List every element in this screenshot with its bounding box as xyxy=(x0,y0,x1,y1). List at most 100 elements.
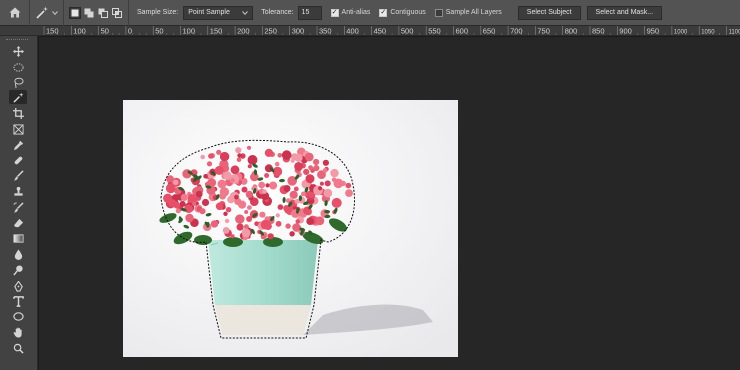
tolerance-input[interactable] xyxy=(297,5,322,20)
flower-blossom xyxy=(318,186,323,191)
history-brush-tool[interactable] xyxy=(9,200,27,214)
ruler-label: 750 xyxy=(537,27,550,36)
dodge-tool[interactable] xyxy=(9,263,27,277)
flower-blossom xyxy=(277,153,283,158)
marquee-tool[interactable] xyxy=(9,60,27,74)
flower-blossom xyxy=(224,218,230,224)
ruler-label: 400 xyxy=(346,27,359,36)
blur-tool[interactable] xyxy=(9,247,27,261)
hand-tool[interactable] xyxy=(9,325,27,339)
ruler-label: 1000 xyxy=(674,30,688,36)
ruler-label: 550 xyxy=(428,27,441,36)
clone-stamp-tool[interactable] xyxy=(9,184,27,198)
ruler-label: 100 xyxy=(183,27,196,36)
flower-blossom xyxy=(195,190,203,198)
flower-blossom xyxy=(223,211,228,216)
eyedropper-icon xyxy=(13,140,23,150)
anti-alias-label: Anti-alias xyxy=(341,9,371,16)
flower-blossom xyxy=(324,180,331,187)
flower-blossom xyxy=(219,187,230,197)
new-selection-button[interactable] xyxy=(69,6,81,19)
flower-blossom xyxy=(245,190,254,199)
subtract-from-selection-button[interactable] xyxy=(98,8,108,18)
eraser-tool[interactable] xyxy=(9,216,27,230)
flower-blossom xyxy=(247,155,258,165)
dodge-icon xyxy=(12,264,23,276)
sample-size-select[interactable]: Point Sample xyxy=(183,5,254,20)
intersect-selection-button[interactable] xyxy=(112,7,122,18)
marquee-icon xyxy=(12,62,24,72)
anti-alias-checkbox[interactable]: ✓ Anti-alias xyxy=(330,8,371,17)
flower-blossom xyxy=(294,198,300,204)
tools-panel xyxy=(0,36,38,370)
select-subject-label: Select Subject xyxy=(526,9,572,16)
ruler-label: 50 xyxy=(155,27,163,36)
flower-blossom xyxy=(175,208,181,214)
flower-blossom xyxy=(345,182,352,189)
flower-blossom xyxy=(208,153,214,159)
flower-blossom xyxy=(203,174,208,179)
flower-blossom xyxy=(267,233,274,240)
flower-blossom xyxy=(215,202,224,211)
flower-blossom xyxy=(259,211,266,218)
panel-grip[interactable] xyxy=(6,39,28,42)
magic-wand-tool[interactable] xyxy=(9,90,27,104)
eyedropper-tool[interactable] xyxy=(9,138,27,152)
flower-blossom xyxy=(275,220,282,227)
flower-blossom xyxy=(264,148,273,157)
lasso-tool[interactable] xyxy=(9,75,27,89)
flower-blossom xyxy=(187,194,196,202)
zoom-tool[interactable] xyxy=(9,341,27,355)
ruler-label: 850 xyxy=(592,27,605,36)
flower-blossom xyxy=(304,152,314,162)
flower-blossom xyxy=(168,199,177,208)
ruler-label: 600 xyxy=(456,27,469,36)
flower-blossom xyxy=(210,220,219,228)
add-to-selection-button[interactable] xyxy=(84,8,94,18)
flower-blossom xyxy=(234,194,239,200)
contiguous-checkbox[interactable]: ✓ Contiguous xyxy=(379,8,426,17)
ruler-label: 900 xyxy=(619,27,632,36)
tool-preset-picker[interactable] xyxy=(30,0,64,26)
flower-blossom xyxy=(235,214,245,224)
gradient-icon xyxy=(12,233,24,243)
flower-blossom xyxy=(264,173,270,178)
flower-pot-image xyxy=(123,100,458,357)
document-canvas[interactable] xyxy=(123,100,458,357)
type-icon xyxy=(12,295,24,307)
crop-icon xyxy=(12,107,24,119)
healing-brush-tool[interactable] xyxy=(9,153,27,167)
flower-blossom xyxy=(199,208,206,215)
brush-icon xyxy=(12,169,24,181)
select-and-mask-button[interactable]: Select and Mask... xyxy=(586,5,663,20)
brush-tool[interactable] xyxy=(9,168,27,182)
gradient-tool[interactable] xyxy=(9,231,27,245)
sample-all-layers-checkbox[interactable]: Sample All Layers xyxy=(434,8,502,17)
flower-blossom xyxy=(237,153,242,158)
select-subject-button[interactable]: Select Subject xyxy=(517,5,581,20)
home-button[interactable] xyxy=(0,0,30,26)
flower-blossom xyxy=(292,223,301,232)
chevron-down-icon xyxy=(51,10,58,15)
flower-blossom xyxy=(241,228,251,238)
ruler-label: 500 xyxy=(401,27,414,36)
horizontal-ruler[interactable]: 150 100 50 0 50 100 150 200 250 300 350 400 450 500 55… xyxy=(38,26,740,36)
pen-tool[interactable] xyxy=(9,279,27,293)
crop-tool[interactable] xyxy=(9,106,27,120)
type-tool[interactable] xyxy=(9,294,27,308)
flower-blossom xyxy=(230,234,235,239)
ruler-label: 700 xyxy=(510,27,523,36)
flower-blossom xyxy=(258,181,266,189)
frame-tool[interactable] xyxy=(9,122,27,136)
flower-blossom xyxy=(303,168,310,175)
canvas-area[interactable] xyxy=(39,37,740,370)
flower-blossom xyxy=(269,181,278,190)
add-to-selection-icon xyxy=(84,8,94,17)
flower-blossom xyxy=(217,179,227,189)
leaf xyxy=(324,210,331,214)
path-selection-tool[interactable] xyxy=(9,309,27,323)
move-tool[interactable] xyxy=(9,44,27,58)
flower-blossom xyxy=(200,154,205,160)
ruler-label: 350 xyxy=(319,27,332,36)
flower-blossom xyxy=(340,180,346,187)
